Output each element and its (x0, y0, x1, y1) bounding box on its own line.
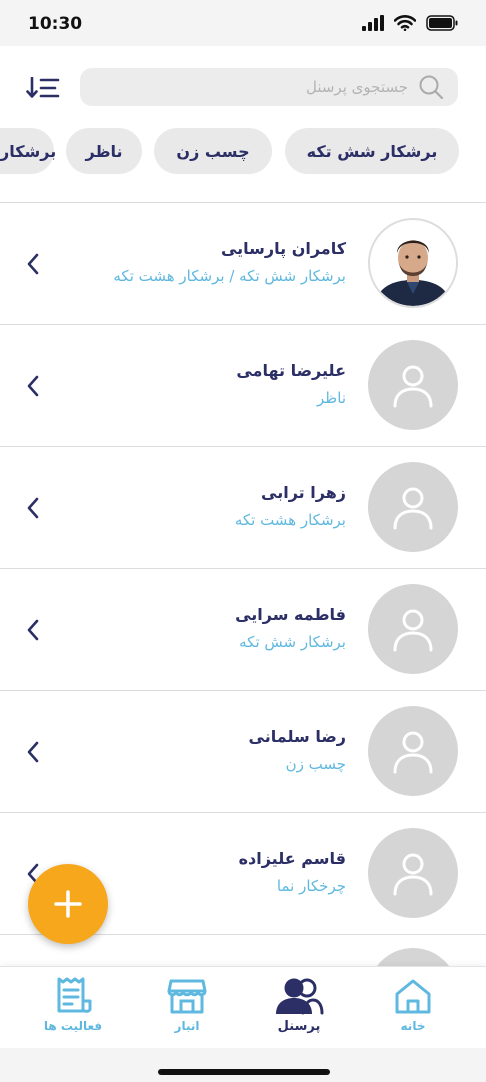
personnel-name: قاسم علیزاده (238, 849, 346, 868)
avatar (368, 584, 458, 674)
bottom-tab-bar: خانه پرسنل انبار فعالیت ها (0, 966, 486, 1048)
status-bar: 10:30 (0, 0, 486, 46)
chip-filter[interactable]: چسب زن (154, 128, 272, 174)
user-placeholder-icon (393, 853, 433, 896)
avatar (368, 828, 458, 918)
personnel-role: چرخکار نما (276, 877, 346, 895)
signal-icon (362, 15, 384, 31)
personnel-role: ناظر (317, 389, 346, 407)
chip-label: برشکار (0, 141, 57, 161)
chip-filter[interactable]: ناظر (66, 128, 142, 174)
search-input[interactable] (80, 68, 418, 106)
battery-icon (426, 15, 458, 31)
personnel-name: فاطمه سرایی (235, 605, 346, 624)
tab-personnel[interactable]: پرسنل (254, 977, 344, 1043)
avatar (368, 706, 458, 796)
personnel-role: برشکار شش تکه / برشکار هشت تکه (113, 267, 346, 285)
search-row (0, 46, 486, 126)
list-item[interactable]: زهرا ترابی برشکار هشت تکه (0, 447, 486, 569)
chip-filter[interactable]: برشکار (0, 128, 56, 174)
wifi-icon (394, 15, 416, 31)
chevron-left-icon (27, 741, 39, 763)
tab-activities[interactable]: فعالیت ها (28, 977, 118, 1043)
store-icon (167, 979, 207, 1014)
sort-icon (26, 77, 60, 98)
user-placeholder-icon (393, 609, 433, 652)
list-item[interactable]: رضا سلمانی چسب زن (0, 691, 486, 813)
tab-label: پرسنل (277, 1019, 321, 1034)
status-time: 10:30 (28, 14, 83, 34)
receipt-icon (57, 977, 92, 1013)
personnel-role: چسب زن (285, 755, 346, 773)
user-placeholder-icon (393, 365, 433, 408)
home-indicator[interactable] (158, 1069, 330, 1075)
chevron-left-icon (27, 375, 39, 397)
list-item[interactable]: علیرضا تهامی ناظر (0, 325, 486, 447)
profile-photo (370, 220, 456, 306)
tab-warehouse[interactable]: انبار (142, 977, 232, 1043)
home-icon (395, 979, 431, 1014)
personnel-name: زهرا ترابی (261, 483, 346, 502)
personnel-list: کامران پارسایی برشکار شش تکه / برشکار هش… (0, 202, 486, 935)
personnel-name: علیرضا تهامی (236, 361, 346, 380)
filter-chips: برشکار شش تکه چسب زن ناظر برشکار (0, 128, 486, 176)
add-personnel-button[interactable] (28, 864, 108, 944)
avatar (368, 340, 458, 430)
tab-label: فعالیت ها (43, 1019, 103, 1033)
search-box (80, 68, 458, 106)
tab-label: خانه (400, 1019, 426, 1033)
plus-icon (54, 890, 82, 918)
chevron-left-icon (27, 253, 39, 275)
sort-button[interactable] (24, 74, 62, 102)
users-icon (276, 978, 324, 1015)
personnel-role: برشکار شش تکه (239, 633, 346, 651)
tab-home[interactable]: خانه (368, 977, 458, 1043)
tab-label: انبار (174, 1019, 200, 1033)
user-placeholder-icon (393, 731, 433, 774)
status-icons (362, 15, 458, 31)
search-icon (419, 75, 444, 100)
avatar (368, 462, 458, 552)
personnel-name: کامران پارسایی (220, 239, 346, 258)
list-item[interactable]: کامران پارسایی برشکار شش تکه / برشکار هش… (0, 203, 486, 325)
user-placeholder-icon (393, 487, 433, 530)
home-indicator-area (0, 1048, 486, 1082)
personnel-name: رضا سلمانی (248, 727, 346, 746)
chevron-left-icon (27, 619, 39, 641)
list-item[interactable]: فاطمه سرایی برشکار شش تکه (0, 569, 486, 691)
avatar (368, 218, 458, 308)
chevron-left-icon (27, 497, 39, 519)
chip-filter[interactable]: برشکار شش تکه (285, 128, 459, 174)
personnel-role: برشکار هشت تکه (234, 511, 346, 529)
